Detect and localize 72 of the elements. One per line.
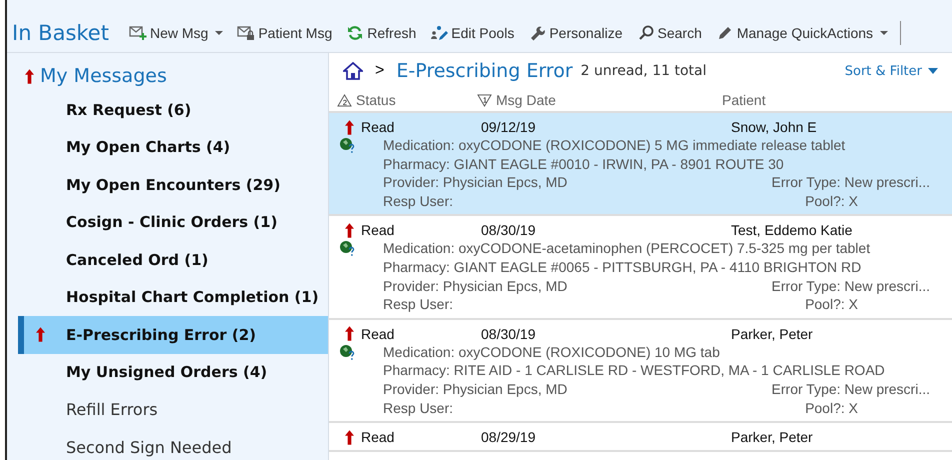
pharmacy-text: Pharmacy: RITE AID - 1 CARLISLE RD - WESTFORD, MA - 1 CARLISLE ROAD	[383, 362, 885, 378]
pharmacy-text: Pharmacy: GIANT EAGLE #0010 - IRWIN, PA - 8901 ROUTE 30	[383, 156, 784, 172]
toolbar-button[interactable]: Search	[630, 23, 708, 43]
folder-heading[interactable]: My Messages	[40, 65, 167, 87]
home-icon[interactable]	[343, 62, 363, 80]
date-text: 08/30/19	[481, 326, 536, 342]
envelope-lock-icon	[237, 25, 256, 41]
folder-item[interactable]: Cosign - Clinic Orders (1)	[18, 204, 328, 241]
message-row[interactable]: Read 08/29/19 Parker, Peter	[329, 423, 952, 452]
folder-item[interactable]: My Open Encounters (29)	[18, 166, 328, 204]
status-text: Read	[361, 119, 396, 135]
caret-icon	[215, 31, 224, 35]
resp-user-label: Resp User:	[383, 295, 454, 314]
refresh-icon	[346, 25, 364, 41]
envelope-plus-icon	[128, 25, 147, 41]
provider-text: Provider: Physician Epcs, MD	[383, 380, 568, 399]
folder-item[interactable]: Hospital Chart Completion (1)	[18, 278, 328, 316]
medication-text: Medication: oxyCODONE (ROXICODONE) 10 MG tab	[383, 344, 720, 360]
pool-text: Pool?: X	[805, 398, 858, 418]
folder-item[interactable]: My Open Charts (4)	[18, 128, 328, 166]
pharmacy-text: Pharmacy: GIANT EAGLE #0065 - PITTSBURGH, PA - 4110 BRIGHTON RD	[383, 258, 862, 275]
folder-item[interactable]: Second Sign Needed	[18, 428, 328, 460]
globe-question-icon	[339, 344, 355, 360]
folder-item[interactable]: E-Prescribing Error (2)	[18, 316, 328, 354]
toolbar-button[interactable]: Manage QuickActions	[710, 23, 894, 43]
toolbar-button[interactable]: Patient Msg	[231, 23, 338, 43]
message-count: 2 unread, 11 total	[580, 63, 706, 79]
folder-item[interactable]: Rx Request (6)	[18, 91, 328, 128]
status-text: Read	[361, 429, 396, 446]
toolbar-button[interactable]: Personalize	[522, 23, 628, 43]
error-type-text: Error Type: New prescri...	[772, 276, 930, 296]
sort-rank-icon: 1	[477, 94, 492, 106]
caret-icon	[928, 68, 938, 74]
patient-name: Parker, Peter	[731, 326, 813, 342]
message-row[interactable]	[329, 113, 952, 216]
globe-question-icon	[339, 240, 355, 256]
folder-item[interactable]: Refill Errors	[18, 391, 328, 428]
toolbar-button[interactable]: New Msg	[122, 23, 230, 43]
error-type-text: Error Type: New prescri...	[772, 173, 930, 192]
provider-text: Provider: Physician Epcs, MD	[383, 276, 568, 296]
sort-rank-icon: 2	[337, 94, 352, 106]
column-header[interactable]: Patient	[722, 92, 766, 108]
folder-title: E-Prescribing Error	[396, 60, 573, 82]
patient-name: Test, Eddemo Katie	[731, 222, 852, 238]
error-type-text: Error Type: New prescri...	[772, 380, 930, 399]
column-header[interactable]: 1 Msg Date	[477, 92, 722, 108]
people-pencil-icon	[430, 25, 448, 41]
folder-item[interactable]: Canceled Ord (1)	[18, 241, 328, 278]
medication-text: Medication: oxyCODONE (ROXICODONE) 5 MG immediate release tablet	[383, 137, 846, 153]
sort-filter-link[interactable]: Sort & Filter	[844, 64, 938, 78]
search-icon	[636, 25, 654, 41]
status-text: Read	[361, 326, 396, 342]
toolbar-button[interactable]: Edit Pools	[424, 23, 520, 43]
toolbar-button[interactable]: Refresh	[340, 23, 422, 43]
date-text: 09/12/19	[481, 119, 536, 135]
date-text: 08/29/19	[481, 429, 536, 446]
app-title: In Basket	[12, 21, 109, 45]
breadcrumb-separator: >	[375, 62, 384, 80]
provider-text: Provider: Physician Epcs, MD	[383, 173, 568, 192]
date-text: 08/30/19	[481, 222, 536, 238]
resp-user-label: Resp User:	[383, 398, 454, 418]
folder-item[interactable]: My Unsigned Orders (4)	[18, 354, 328, 391]
patient-name: Parker, Peter	[731, 429, 813, 446]
patient-name: Snow, John E	[731, 119, 817, 135]
status-text: Read	[361, 222, 396, 238]
pool-text: Pool?: X	[805, 295, 858, 314]
resp-user-label: Resp User:	[383, 192, 454, 210]
caret-icon	[880, 31, 888, 35]
pool-text: Pool?: X	[805, 192, 858, 210]
globe-question-icon	[339, 137, 355, 153]
column-header[interactable]: 2 Status	[337, 92, 477, 108]
medication-text: Medication: oxyCODONE-acetaminophen (PERCOCET) 7.5-325 mg per tablet	[383, 240, 870, 256]
